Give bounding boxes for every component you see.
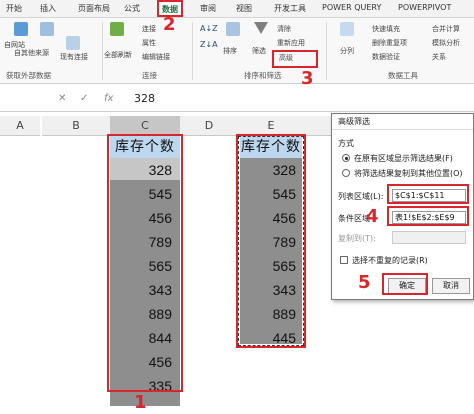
remove-duplicates-button[interactable]: 删除重复项 <box>372 38 407 48</box>
tab-formulas[interactable]: 公式 <box>124 3 140 17</box>
text-to-columns-button[interactable]: 分列 <box>340 46 354 56</box>
annotation-1: 1 <box>134 392 147 413</box>
sort-asc-button[interactable]: A↓Z <box>200 24 218 33</box>
existing-connections-button[interactable]: 现有连接 <box>60 52 88 62</box>
tab-home[interactable]: 开始 <box>6 3 22 17</box>
ribbon: 自网站 自其他来源 现有连接 获取外部数据 全部刷新 连接 属性 编辑链接 连接… <box>0 18 474 84</box>
properties-button[interactable]: 属性 <box>142 38 156 48</box>
reapply-filter-button[interactable]: 重新应用 <box>277 38 305 48</box>
group-label-external: 获取外部数据 <box>6 71 51 80</box>
flash-fill-button[interactable]: 快速填充 <box>372 24 400 34</box>
what-if-button[interactable]: 模拟分析 <box>432 38 460 48</box>
copy-to-label: 复制到(T): <box>338 234 376 243</box>
annotation-4: 4 <box>366 206 379 227</box>
column-header-a[interactable]: A <box>0 116 40 136</box>
ribbon-separator <box>102 22 103 80</box>
refresh-icon <box>110 22 124 36</box>
tab-insert[interactable]: 插入 <box>40 3 56 17</box>
ribbon-tabs: 开始 插入 页面布局 公式 数据 审阅 视图 开发工具 POWER QUERY … <box>0 0 474 18</box>
text-to-columns-icon <box>340 22 354 36</box>
advanced-highlight <box>272 50 318 68</box>
formula-bar: ✕ ✓ fx 328 <box>0 88 474 112</box>
confirm-icon[interactable]: ✓ <box>80 93 88 104</box>
column-header-b[interactable]: B <box>42 116 110 136</box>
column-header-d[interactable]: D <box>180 116 238 136</box>
other-sources-button[interactable]: 自其他来源 <box>14 48 49 58</box>
criteria-range-highlight <box>387 206 469 226</box>
edit-links-button[interactable]: 编辑链接 <box>142 52 170 62</box>
radio-copy-to-label[interactable]: 将筛选结果复制到其他位置(O) <box>354 168 463 179</box>
group-label-sort-filter: 排序和筛选 <box>244 71 282 80</box>
name-box[interactable] <box>0 91 40 109</box>
consolidate-button[interactable]: 合并计算 <box>432 24 460 34</box>
radio-in-place-label[interactable]: 在原有区域显示筛选结果(F) <box>354 153 453 164</box>
group-label-connections: 连接 <box>142 71 157 80</box>
annotation-2: 2 <box>163 14 176 35</box>
sort-button[interactable]: 排序 <box>223 46 237 56</box>
ribbon-separator <box>192 22 193 80</box>
column-header-e[interactable]: E <box>238 116 304 136</box>
unique-records-label[interactable]: 选择不重复的记录(R) <box>352 255 428 266</box>
ok-button-highlight <box>382 273 428 295</box>
column-c-highlight <box>107 134 183 392</box>
filter-button[interactable]: 筛选 <box>252 46 266 56</box>
annotation-5: 5 <box>358 272 371 293</box>
list-range-highlight <box>387 184 469 204</box>
refresh-all-button[interactable]: 全部刷新 <box>104 50 132 60</box>
tab-view[interactable]: 视图 <box>236 3 252 17</box>
tab-developer[interactable]: 开发工具 <box>274 3 306 17</box>
cancel-button[interactable]: 取消 <box>432 278 470 294</box>
mode-label: 方式 <box>338 139 354 148</box>
ribbon-separator <box>326 22 327 80</box>
web-icon <box>14 22 28 36</box>
radio-in-place[interactable] <box>342 154 350 162</box>
sort-icon <box>226 22 240 36</box>
formula-input[interactable]: 328 <box>134 92 155 105</box>
connections-button[interactable]: 连接 <box>142 24 156 34</box>
cancel-icon[interactable]: ✕ <box>58 93 66 104</box>
annotation-3: 3 <box>301 68 314 89</box>
unique-records-checkbox[interactable] <box>340 256 348 264</box>
list-range-label: 列表区域(L): <box>338 192 384 201</box>
tab-review[interactable]: 审阅 <box>200 3 216 17</box>
copy-to-input[interactable] <box>392 231 466 244</box>
tab-powerpivot[interactable]: POWERPIVOT <box>398 3 451 17</box>
fx-icon[interactable]: fx <box>104 93 113 104</box>
clear-filter-button[interactable]: 清除 <box>277 24 291 34</box>
column-header-c[interactable]: C <box>110 116 180 136</box>
other-sources-icon <box>40 22 54 36</box>
dialog-title: 高级筛选 <box>332 114 473 130</box>
column-e-highlight <box>236 134 306 348</box>
radio-copy-to[interactable] <box>342 169 350 177</box>
group-label-data-tools: 数据工具 <box>388 71 418 80</box>
tab-power-query[interactable]: POWER QUERY <box>322 3 381 17</box>
tab-page-layout[interactable]: 页面布局 <box>78 3 110 17</box>
existing-connections-icon <box>66 36 80 50</box>
sort-desc-button[interactable]: Z↓A <box>200 40 218 49</box>
filter-icon <box>254 22 268 34</box>
data-validation-button[interactable]: 数据验证 <box>372 52 400 62</box>
relationships-button[interactable]: 关系 <box>432 52 446 62</box>
